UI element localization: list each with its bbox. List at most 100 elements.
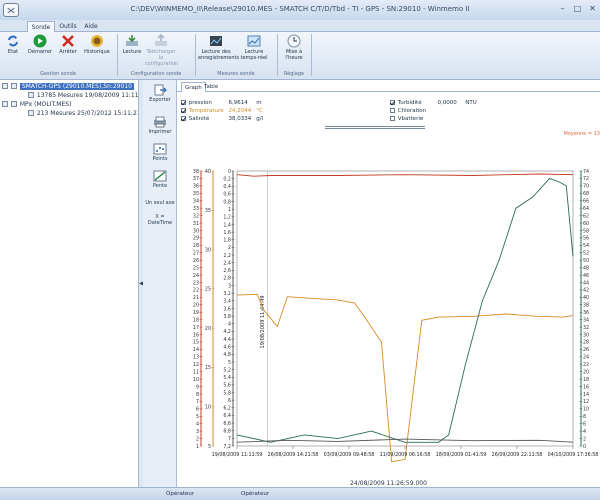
group-label-mesures: Mesures sonde [217,71,255,77]
turbidite-tick-label: 54 [583,243,589,249]
turbidite-value: 0,0000 [437,100,457,106]
graph-tab-bar: Graph Table [177,82,600,92]
turbidite-tick-label: 70 [583,184,589,190]
lecture-config-button[interactable]: Lecture [120,34,144,55]
realtime-icon [247,35,261,47]
demarrer-button[interactable]: Démarrer [26,34,54,55]
historique-button[interactable]: Historique [82,34,112,55]
salinite-tick-label: 13 [193,355,199,361]
salinite-tick-label: 2 [196,436,199,442]
pression-tick-label: 2,8 [223,276,231,282]
pression-tick-label: 6,6 [223,421,231,427]
turbidite-checkbox[interactable] [390,100,395,105]
turbidite-tick-label: 66 [583,199,589,205]
pression-value: 6,9614 [228,100,248,106]
tree-subitem-mpx[interactable]: 213 Mesures 25/07/2012 15:11:21 [28,110,141,117]
salinite-tick-label: 15 [193,340,199,346]
pression-tick-label: 5 [228,360,231,366]
pression-tick-label: 3,2 [223,291,231,297]
un-seul-axe-button[interactable]: Un seul axe [144,200,176,206]
turbidite-unit: NTU [465,100,477,106]
tree-subitem-smatch[interactable]: 13785 Mesures 19/08/2009 11:11:5 [28,92,144,99]
x-datetime-button[interactable]: X = DateTime [144,214,176,226]
chloration-checkbox[interactable] [390,108,395,113]
x-tick-label: 04/10/2009 17:36:58 [548,452,599,458]
group-label-configuration: Configuration sonde [130,71,182,77]
vbatterie-label: Vbatterie [397,116,424,122]
legend-turbidite[interactable]: Turbidité 0,0000 NTU [390,100,477,106]
temperature-checkbox[interactable] [181,108,186,113]
salinite-tick-label: 16 [193,332,199,338]
expand-icon[interactable] [2,83,8,89]
file-tree-panel: SMATCH-GPS (29010.MES),Sn:29010 13785 Me… [0,80,144,487]
pression-tick-label: 4,2 [223,329,231,335]
salinite-checkbox[interactable] [181,116,186,121]
temperature-tick-label: 35 [205,208,211,214]
telecharger-config-button[interactable]: Télécharger la configuration [145,34,178,67]
legend-resize-handle[interactable] [325,126,425,129]
demarrer-label: Démarrer [28,49,52,55]
measures-icon [28,92,34,98]
tree-item-smatch[interactable]: SMATCH-GPS (29010.MES),Sn:29010 [2,83,134,90]
tree-item-mpx-label: MPx (MOLIT.MES) [19,101,72,108]
legend-chloration[interactable]: Chloration [390,108,426,114]
pente-button[interactable]: Pente [145,170,175,189]
pression-tick-label: 2 [228,245,231,251]
tab-table[interactable]: Table [201,82,221,92]
legend-salinite[interactable]: Salinité 38,0334 g/l [181,116,263,122]
points-icon [153,143,167,155]
slope-icon [153,170,167,182]
minimize-icon[interactable]: – [555,3,570,14]
temperature-value: 24,2044 [228,108,252,114]
pression-checkbox[interactable] [181,100,186,105]
maximize-icon[interactable]: □ [570,3,585,14]
pression-tick-label: 5,6 [223,383,231,389]
legend-vbatterie[interactable]: Vbatterie [390,116,423,122]
salinite-tick-label: 10 [193,377,199,383]
turbidite-tick-label: 24 [583,355,589,361]
salinite-tick-label: 36 [193,184,199,190]
etat-button[interactable]: Etat [2,34,24,55]
tab-aide[interactable]: Aide [82,21,100,32]
lecture-temps-reel-button[interactable]: Lecture temps-réel [238,34,270,61]
salinite-tick-label: 32 [193,213,199,219]
turbidite-tick-label: 8 [583,414,586,420]
legend-temperature[interactable]: Température 24,2044 °C [181,108,263,114]
pression-tick-label: 0 [228,169,231,175]
arreter-button[interactable]: Arrêter [56,34,80,55]
graph-tools-panel: Exporter Imprimer Points Pente Un seul a… [143,80,177,487]
exporter-button[interactable]: Exporter [145,84,175,103]
legend-pression[interactable]: pression 6,9614 m [181,100,262,106]
measurement-chart[interactable]: 19/08/2009 11:44:49383736353433323130292… [177,162,600,480]
pression-tick-label: 0,2 [223,176,231,182]
mise-a-heure-button[interactable]: Mise à l'heure [280,34,308,61]
pression-unit: m [256,100,262,106]
pression-tick-label: 3 [228,283,231,289]
tab-outils[interactable]: Outils [58,21,78,32]
salinite-tick-label: 5 [196,414,199,420]
close-icon[interactable]: ✕ [585,3,600,14]
salinite-tick-label: 27 [193,251,199,257]
turbidite-tick-label: 6 [583,422,586,428]
points-button[interactable]: Points [145,143,175,162]
turbidite-tick-label: 4 [583,429,586,435]
pression-tick-label: 2,4 [223,260,231,266]
tree-item-mpx[interactable]: MPx (MOLIT.MES) [2,101,71,108]
imprimer-button[interactable]: Imprimer [145,116,175,135]
arreter-label: Arrêter [59,49,77,55]
turbidite-tick-label: 72 [583,176,589,182]
pression-tick-label: 0,8 [223,199,231,205]
salinite-tick-label: 25 [193,265,199,271]
etat-label: Etat [7,49,19,55]
pression-tick-label: 4,8 [223,352,231,358]
salinite-tick-label: 23 [193,280,199,286]
tab-sonde[interactable]: Sonde [27,21,55,32]
chart-x-ticks: 19/08/2009 11:11:59 26/08/2009 14:21:58 03… [212,446,599,458]
pression-tick-label: 1,6 [223,230,231,236]
historique-label: Historique [84,49,110,55]
expand-icon[interactable] [2,101,8,107]
salinite-tick-label: 4 [196,422,199,428]
lecture-enregistrements-button[interactable]: Lecture des enregistrements [198,34,239,61]
vbatterie-checkbox[interactable] [390,116,395,121]
salinite-tick-label: 12 [193,362,199,368]
